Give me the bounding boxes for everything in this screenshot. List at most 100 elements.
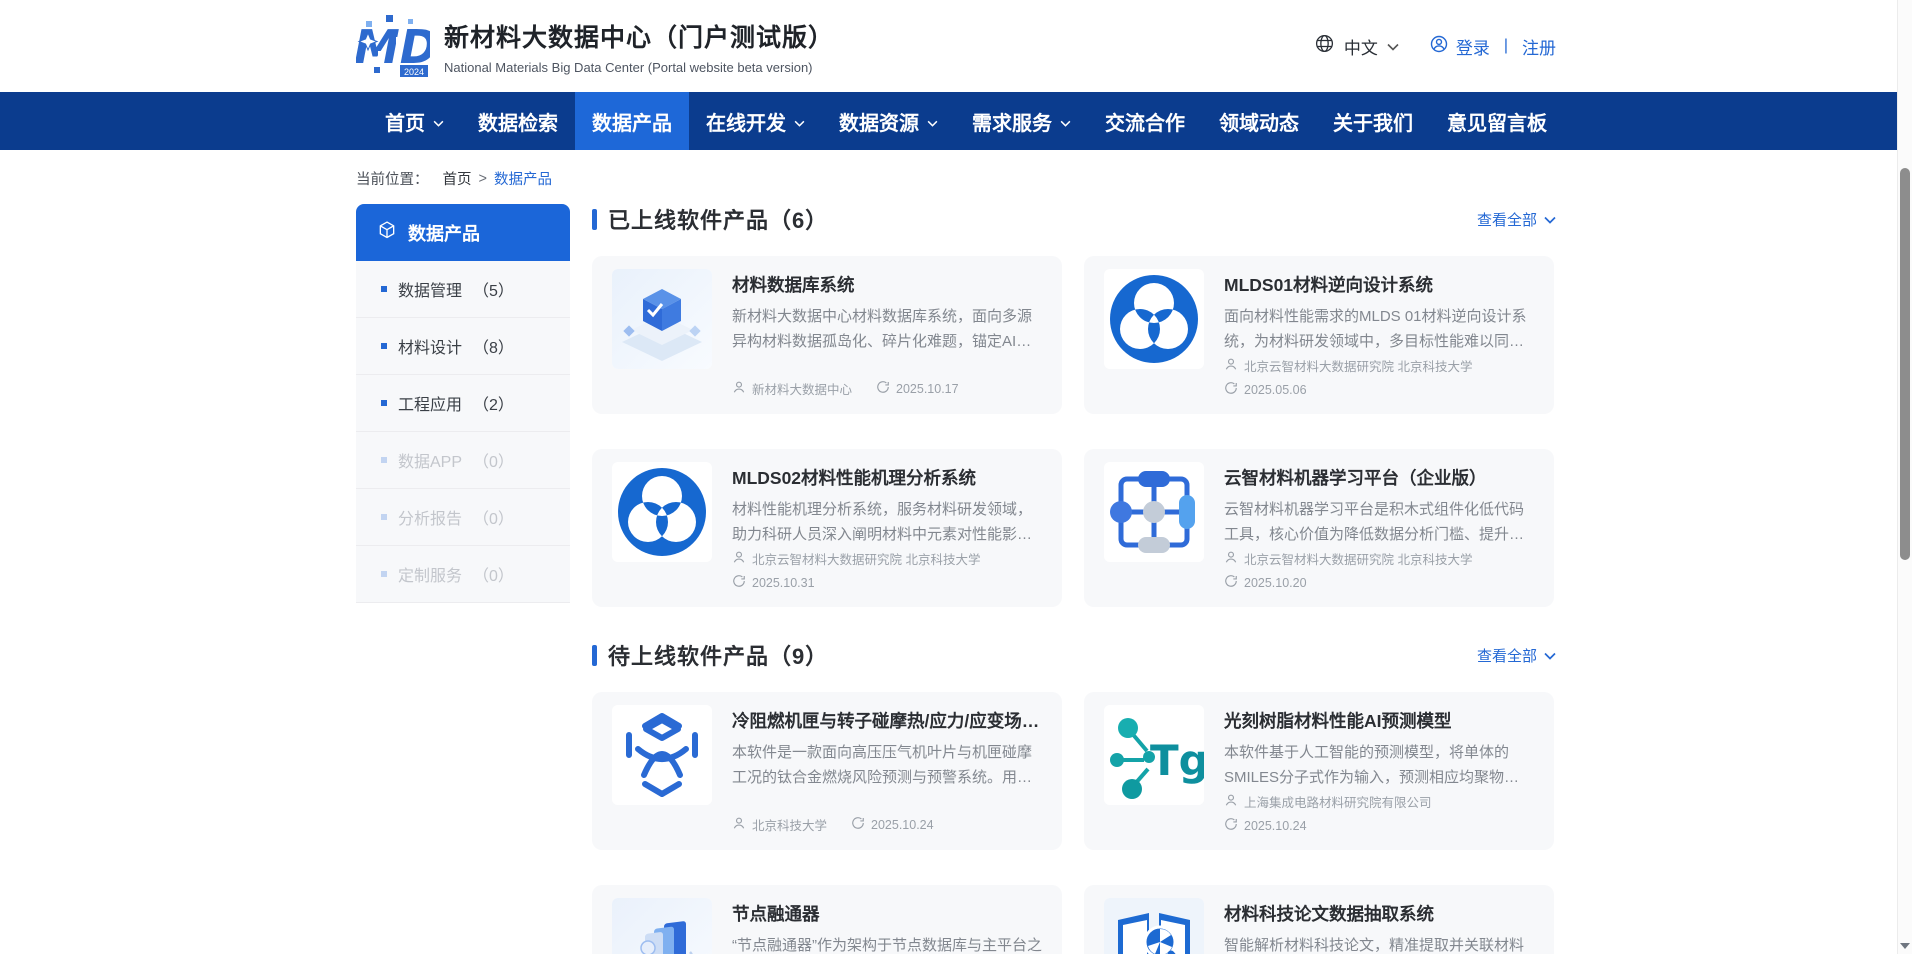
login-link[interactable]: 登录 <box>1429 34 1490 59</box>
sidebar-item-data-management[interactable]: 数据管理 （5） <box>356 261 570 318</box>
product-title: 云智材料机器学习平台（企业版） <box>1224 465 1534 490</box>
product-card-node-connector[interactable]: 节点融通器 “节点融通器”作为架构于节点数据库与主平台之间的智能中间件及统一网关… <box>592 885 1062 954</box>
product-description: 本软件是一款面向高压压气机叶片与机匣碰摩工况的钛合金燃烧风险预测与预警系统。用户… <box>732 740 1042 790</box>
person-icon <box>1224 793 1238 810</box>
clock-icon <box>876 380 890 397</box>
nav-item-data-products[interactable]: 数据产品 <box>575 92 689 150</box>
user-circle-icon <box>1429 34 1449 59</box>
nav-item-data-resources[interactable]: 数据资源 <box>822 92 955 150</box>
product-title: MLDS02材料性能机理分析系统 <box>732 465 1042 490</box>
breadcrumb-home-link[interactable]: 首页 <box>443 168 472 189</box>
clock-icon <box>1224 817 1238 834</box>
product-card-mlds01[interactable]: MLDS01材料逆向设计系统 面向材料性能需求的MLDS 01材料逆向设计系统，… <box>1084 256 1554 414</box>
author-label: 北京云智材料大数据研究院 北京科技大学 <box>752 549 980 568</box>
author-label: 北京科技大学 <box>752 815 827 834</box>
svg-text:Tg: Tg <box>1150 736 1204 785</box>
sidebar-item-analysis-report: 分析报告 （0） <box>356 489 570 546</box>
product-card-mlds02[interactable]: MLDS02材料性能机理分析系统 材料性能机理分析系统，服务材料研发领域，助力科… <box>592 449 1062 607</box>
product-thumbnail-book-magnifier <box>1104 898 1204 954</box>
person-icon <box>732 380 746 397</box>
nav-item-data-search[interactable]: 数据检索 <box>461 92 575 150</box>
product-description: 面向材料性能需求的MLDS 01材料逆向设计系统，为材料研发领域中，多目标性能难… <box>1224 304 1534 354</box>
product-thumbnail-node-network <box>1104 462 1204 562</box>
triangle-down-icon <box>1900 943 1910 949</box>
breadcrumb-current[interactable]: 数据产品 <box>494 168 552 189</box>
chevron-down-icon <box>1544 211 1556 228</box>
product-description: 新材料大数据中心材料数据库系统，面向多源异构材料数据孤岛化、碎片化难题，锚定AI… <box>732 304 1042 354</box>
author-label: 新材料大数据中心 <box>752 379 852 398</box>
scrollbar-thumb[interactable] <box>1900 168 1910 560</box>
cube-icon <box>377 220 397 245</box>
language-switcher[interactable]: 中文 <box>1314 33 1399 59</box>
product-description: “节点融通器”作为架构于节点数据库与主平台之间的智能中间件及统一网关，是破解新材… <box>732 933 1042 954</box>
product-card-paper-data-extraction[interactable]: 材料科技论文数据抽取系统 智能解析材料科技论文，精准提取并关联材料成分、制备工艺… <box>1084 885 1554 954</box>
author-label: 上海集成电路材料研究院有限公司 <box>1244 792 1432 811</box>
product-card-material-database[interactable]: 材料数据库系统 新材料大数据中心材料数据库系统，面向多源异构材料数据孤岛化、碎片… <box>592 256 1062 414</box>
register-label: 注册 <box>1522 34 1556 59</box>
chevron-down-icon <box>927 110 938 133</box>
chevron-down-icon <box>1544 647 1556 664</box>
product-card-ml-platform[interactable]: 云智材料机器学习平台（企业版） 云智材料机器学习平台是积木式组件化低代码工具，核… <box>1084 449 1554 607</box>
nav-item-domain-news[interactable]: 领域动态 <box>1202 92 1316 150</box>
product-thumbnail-isometric-database <box>612 269 712 369</box>
nav-item-feedback-board[interactable]: 意见留言板 <box>1430 92 1564 150</box>
bullet-icon <box>381 514 387 520</box>
clock-icon <box>732 574 746 591</box>
site-logo[interactable]: MD 2024 新材料大数据中心（门户测试版） National Materia… <box>356 7 834 86</box>
date-label: 2025.10.24 <box>1244 819 1307 833</box>
chevron-down-icon <box>1387 36 1399 56</box>
bullet-icon <box>381 571 387 577</box>
person-icon <box>732 816 746 833</box>
product-title: 光刻树脂材料性能AI预测模型 <box>1224 708 1534 733</box>
vertical-scrollbar[interactable] <box>1897 0 1912 954</box>
nav-item-demand-services[interactable]: 需求服务 <box>955 92 1088 150</box>
logo-md-icon: MD 2024 <box>356 7 430 86</box>
auth-separator: | <box>1504 37 1508 55</box>
author-label: 北京云智材料大数据研究院 北京科技大学 <box>1244 356 1472 375</box>
sidebar-item-material-design[interactable]: 材料设计 （8） <box>356 318 570 375</box>
bullet-icon <box>381 400 387 406</box>
chevron-down-icon <box>1060 110 1071 133</box>
site-header: MD 2024 新材料大数据中心（门户测试版） National Materia… <box>0 0 1912 92</box>
date-label: 2025.10.20 <box>1244 576 1307 590</box>
product-description: 智能解析材料科技论文，精准提取并关联材料成分、制备工艺、性能指标等关键要素，自动… <box>1224 933 1534 954</box>
product-thumbnail-tg-molecule: Tg <box>1104 705 1204 805</box>
section-title: 已上线软件产品（6） <box>608 203 828 235</box>
sidebar-item-engineering-application[interactable]: 工程应用 （2） <box>356 375 570 432</box>
scrollbar-down-button[interactable] <box>1898 939 1912 953</box>
section-upcoming-products: 待上线软件产品（9） 查看全部 <box>592 640 1556 954</box>
product-title: 材料科技论文数据抽取系统 <box>1224 901 1534 926</box>
date-label: 2025.10.24 <box>871 818 934 832</box>
bullet-icon <box>381 457 387 463</box>
clock-icon <box>851 816 865 833</box>
nav-item-home[interactable]: 首页 <box>368 92 461 150</box>
view-all-link[interactable]: 查看全部 <box>1477 645 1556 666</box>
view-all-link[interactable]: 查看全部 <box>1477 209 1556 230</box>
sidebar-item-data-app: 数据APP （0） <box>356 432 570 489</box>
register-link[interactable]: 注册 <box>1522 34 1556 59</box>
product-description: 材料性能机理分析系统，服务材料研发领域，助力科研人员深入阐明材料中元素对性能影响… <box>732 497 1042 547</box>
nav-item-exchange-cooperation[interactable]: 交流合作 <box>1088 92 1202 150</box>
bullet-icon <box>381 286 387 292</box>
site-title: 新材料大数据中心（门户测试版） <box>444 18 834 54</box>
clock-icon <box>1224 574 1238 591</box>
nav-item-about-us[interactable]: 关于我们 <box>1316 92 1430 150</box>
nav-item-online-development[interactable]: 在线开发 <box>689 92 822 150</box>
person-icon <box>1224 357 1238 374</box>
bullet-icon <box>381 343 387 349</box>
chevron-down-icon <box>794 110 805 133</box>
breadcrumb-label: 当前位置： <box>356 168 429 189</box>
product-card-titanium-combustion[interactable]: 冷阻燃机匣与转子碰摩热/应力/应变场/燃烧… 本软件是一款面向高压压气机叶片与机… <box>592 692 1062 850</box>
breadcrumb-separator: > <box>479 171 487 187</box>
product-title: MLDS01材料逆向设计系统 <box>1224 272 1534 297</box>
sidebar-item-data-products[interactable]: 数据产品 <box>356 204 570 261</box>
section-title: 待上线软件产品（9） <box>608 639 828 671</box>
product-thumbnail-isometric-panels <box>612 898 712 954</box>
product-description: 云智材料机器学习平台是积木式组件化低代码工具，核心价值为降低数据分析门槛、提升工… <box>1224 497 1534 547</box>
product-title: 材料数据库系统 <box>732 272 1042 297</box>
breadcrumb: 当前位置： 首页 > 数据产品 <box>356 168 1556 189</box>
product-thumbnail-mlds-logo <box>612 462 712 562</box>
product-card-photoresist-ai-model[interactable]: Tg 光刻树脂材料性能AI预测模型 本软件基于人工智能的预测模型，将单体的SMI… <box>1084 692 1554 850</box>
clock-icon <box>1224 381 1238 398</box>
category-sidebar: 数据产品 数据管理 （5） 材料设计 （8） 工程应用 （2） 数据APP （0… <box>356 204 570 603</box>
